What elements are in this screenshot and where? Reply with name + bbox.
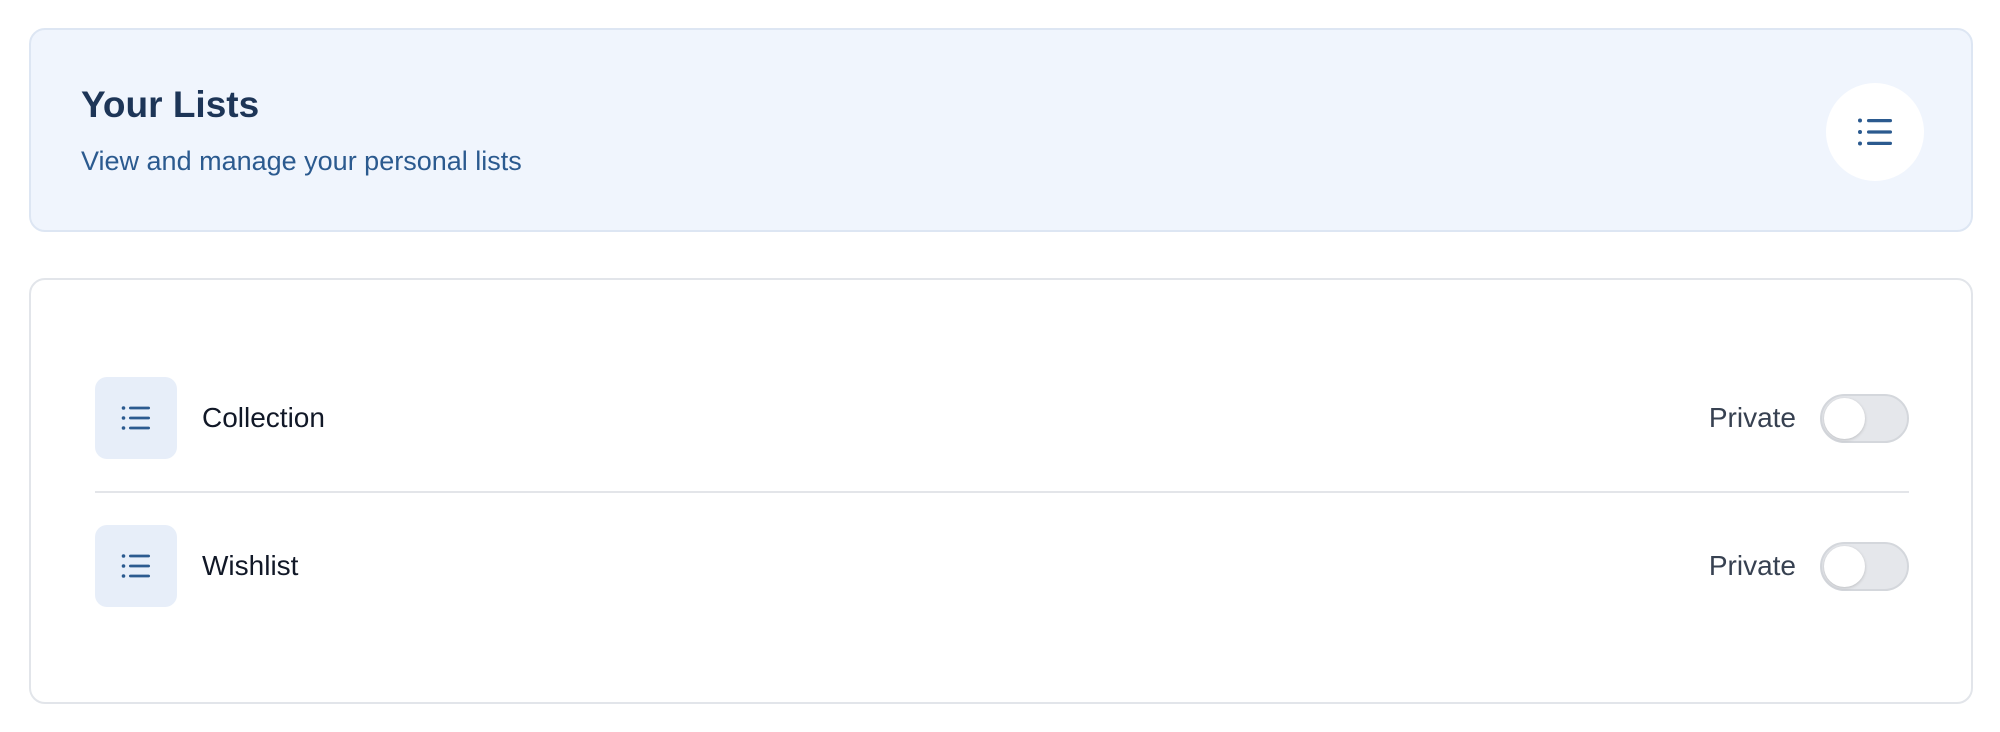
page-title: Your Lists [81,84,260,125]
lists-card: Collection Private Wishlist Private [29,278,1973,704]
toggle-knob [1824,545,1865,587]
list-item-visibility-label: Private [1708,402,1796,433]
toggle-knob [1824,397,1865,439]
visibility-toggle[interactable] [1820,393,1909,443]
list-item-name: Collection [202,402,325,433]
list-item-name: Wishlist [202,550,299,581]
lists-header-card: Your Lists View and manage your personal… [29,28,1973,232]
list-item-icon-box [95,525,177,607]
header-list-icon-badge [1826,83,1924,181]
visibility-toggle[interactable] [1820,541,1909,591]
list-item[interactable]: Collection Private [95,377,1909,459]
list-icon [1858,118,1892,146]
list-icon [121,554,150,578]
list-item-visibility-label: Private [1708,550,1796,581]
list-item[interactable]: Wishlist Private [95,525,1909,607]
divider [95,491,1909,493]
page: Your Lists View and manage your personal… [0,0,2000,732]
page-subtitle: View and manage your personal lists [81,146,522,176]
list-item-icon-box [95,377,177,459]
list-icon [121,406,150,430]
